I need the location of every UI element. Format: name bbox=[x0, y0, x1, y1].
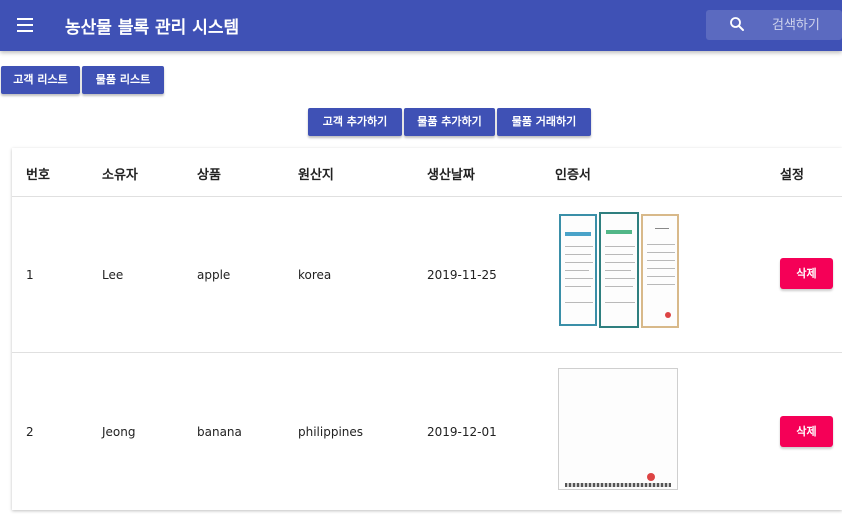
search-box[interactable] bbox=[706, 10, 842, 40]
row-2-no: 2 bbox=[26, 425, 34, 439]
menu-icon[interactable] bbox=[14, 13, 38, 37]
row-1-product: apple bbox=[197, 268, 231, 282]
header-no: 번호 bbox=[26, 168, 50, 183]
add-customer-button[interactable]: 고객 추가하기 bbox=[308, 108, 402, 136]
trade-product-button[interactable]: 물품 거래하기 bbox=[497, 108, 591, 136]
header-product: 상품 bbox=[197, 168, 221, 183]
row-2-owner: Jeong bbox=[102, 425, 136, 439]
row-2-certificate-image bbox=[558, 368, 678, 490]
row-1-date: 2019-11-25 bbox=[427, 268, 497, 282]
row-1-origin: korea bbox=[298, 268, 332, 282]
row-2-delete-button[interactable]: 삭제 bbox=[780, 416, 833, 447]
header-cert: 인증서 bbox=[555, 168, 591, 183]
row-2-date: 2019-12-01 bbox=[427, 425, 497, 439]
app-bar: 농산물 블록 관리 시스템 bbox=[0, 0, 842, 51]
app-title: 농산물 블록 관리 시스템 bbox=[65, 18, 240, 38]
row-2-origin: philippines bbox=[298, 425, 364, 439]
row-1-delete-button[interactable]: 삭제 bbox=[780, 258, 833, 289]
search-input[interactable] bbox=[772, 10, 840, 40]
product-table: 번호 소유자 상품 원산지 생산날짜 인증서 설정 1 Lee apple ko… bbox=[12, 148, 842, 510]
header-origin: 원산지 bbox=[298, 168, 334, 183]
row-1-no: 1 bbox=[26, 268, 34, 282]
header-settings: 설정 bbox=[780, 168, 804, 183]
header-date: 생산날짜 bbox=[427, 168, 475, 183]
row-2-product: banana bbox=[197, 425, 242, 439]
header-owner: 소유자 bbox=[102, 168, 138, 183]
row-1-owner: Lee bbox=[102, 268, 124, 282]
row-1-certificate-image bbox=[557, 210, 682, 332]
search-icon bbox=[730, 17, 744, 31]
row-divider bbox=[12, 352, 842, 353]
add-product-button[interactable]: 물품 추가하기 bbox=[404, 108, 495, 136]
customer-list-button[interactable]: 고객 리스트 bbox=[1, 66, 80, 94]
header-divider bbox=[12, 196, 842, 197]
product-list-button[interactable]: 물품 리스트 bbox=[82, 66, 164, 94]
